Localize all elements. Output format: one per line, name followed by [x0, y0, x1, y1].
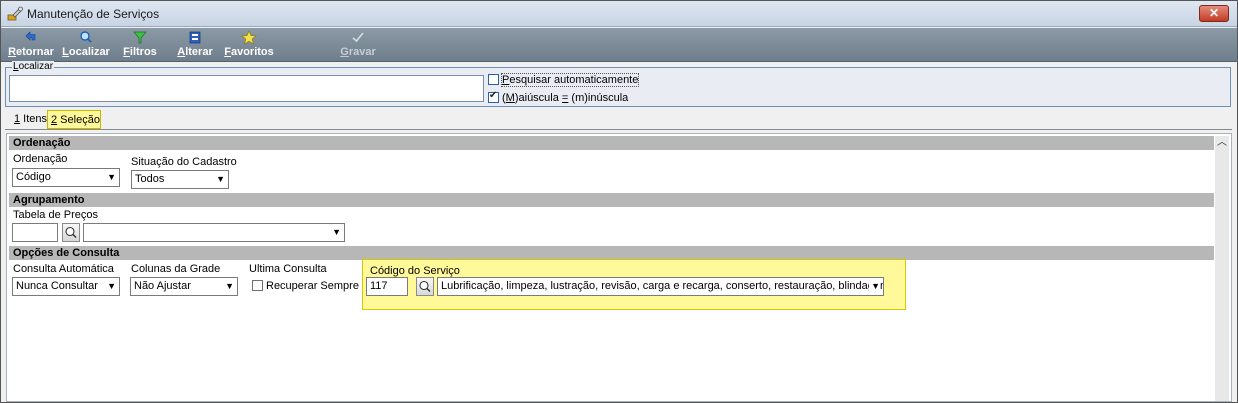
- colunas-grade-value: Não Ajustar: [134, 280, 191, 292]
- auto-search-checkbox[interactable]: [488, 74, 499, 85]
- gravar-accel: G: [340, 46, 349, 58]
- filter-icon: [133, 31, 147, 44]
- section-opcoes-header: Opções de Consulta: [9, 246, 1214, 260]
- selection-panel: Ordenação Ordenação Código ▼ Situação do…: [6, 133, 1232, 402]
- localizar-legend: Localizar: [12, 61, 55, 72]
- retornar-accel: R: [8, 46, 17, 58]
- chevron-down-icon: ▼: [107, 281, 116, 291]
- application-window: Manutenção de Serviços ✕ Retornar Locali…: [0, 0, 1238, 403]
- codigo-servico-input[interactable]: 117: [366, 277, 408, 296]
- ordenacao-label: Ordenação: [13, 153, 68, 165]
- chevron-down-icon: ▼: [225, 281, 234, 291]
- close-button[interactable]: ✕: [1199, 5, 1229, 22]
- window-title: Manutenção de Serviços: [27, 7, 160, 21]
- alterar-accel: A: [177, 46, 186, 58]
- retornar-button[interactable]: Retornar: [7, 30, 55, 60]
- localizar-legend-text: ocalizar: [18, 61, 54, 72]
- search-icon: [80, 31, 92, 43]
- magnifier-icon: [65, 226, 77, 239]
- chevron-down-icon: ▼: [332, 227, 341, 237]
- recuperar-sempre-option[interactable]: Recuperar Sempre: [252, 280, 359, 292]
- localizar-group: Localizar Pesquisar automaticamente (M)a…: [5, 61, 1231, 107]
- favoritos-accel: F: [224, 46, 231, 58]
- ordenacao-select[interactable]: Código ▼: [12, 168, 120, 187]
- case-checkbox[interactable]: [488, 90, 499, 103]
- situacao-select[interactable]: Todos ▼: [131, 170, 229, 189]
- tab-itens[interactable]: 1 Itens: [11, 110, 48, 129]
- chevron-down-icon: ▼: [216, 174, 225, 184]
- tab-divider: [5, 129, 1232, 130]
- alterar-button[interactable]: Alterar: [175, 30, 215, 60]
- localizar-input[interactable]: [9, 75, 484, 102]
- auto-search-label: Pesquisar automaticamente: [500, 73, 640, 87]
- filtros-accel: F: [123, 46, 130, 58]
- gravar-label: ravar: [348, 46, 376, 58]
- tabela-precos-select[interactable]: ▼: [83, 223, 345, 242]
- localizar-label: ocalizar: [68, 46, 110, 58]
- favoritos-button[interactable]: Favoritos: [223, 30, 275, 60]
- auto-search-option[interactable]: Pesquisar automaticamente: [488, 73, 640, 87]
- filtros-label: iltros: [129, 46, 157, 58]
- case-label: (M)aiúscula = (m)inúscula: [502, 92, 628, 104]
- alterar-label: lterar: [185, 46, 213, 58]
- case-accel: M: [505, 92, 515, 104]
- favoritos-label: avoritos: [230, 46, 274, 58]
- scroll-up-arrow-icon[interactable]: ︿: [1215, 136, 1229, 150]
- localizar-button[interactable]: Localizar: [62, 30, 110, 60]
- situacao-value: Todos: [135, 173, 165, 185]
- colunas-grade-label: Colunas da Grade: [131, 263, 221, 275]
- consulta-automatica-label: Consulta Automática: [13, 263, 114, 275]
- consulta-automatica-select[interactable]: Nunca Consultar ▼: [12, 277, 120, 296]
- consulta-automatica-value: Nunca Consultar: [16, 280, 98, 292]
- ultima-consulta-label: Ultima Consulta: [249, 263, 327, 275]
- filtros-button[interactable]: Filtros: [122, 30, 158, 60]
- edit-icon: [189, 31, 201, 44]
- colunas-grade-select[interactable]: Não Ajustar ▼: [130, 277, 238, 296]
- case-text: )aiúscula: [514, 92, 562, 104]
- app-wrench-icon: [7, 6, 23, 21]
- case-tail: (m)inúscula: [568, 92, 629, 104]
- recuperar-sempre-label: Recuperar Sempre: [266, 280, 359, 292]
- title-bar: Manutenção de Serviços ✕: [1, 1, 1237, 27]
- retornar-label: etornar: [16, 46, 54, 58]
- auto-search-text: esquisar automaticamente: [509, 74, 639, 86]
- codigo-servico-select[interactable]: Lubrificação, limpeza, lustração, revisã…: [437, 277, 884, 296]
- gravar-button[interactable]: Gravar: [338, 30, 378, 60]
- localizar-accel: L: [62, 46, 69, 58]
- tab-selecao-label: Seleção: [57, 114, 100, 126]
- chevron-down-icon: ▼: [107, 172, 116, 182]
- situacao-label: Situação do Cadastro: [131, 156, 237, 168]
- magnifier-icon: [419, 280, 431, 293]
- section-ordenacao-header: Ordenação: [9, 136, 1214, 150]
- return-icon: [25, 31, 36, 41]
- recuperar-sempre-checkbox[interactable]: [252, 280, 263, 291]
- tabela-precos-search-button[interactable]: [62, 223, 80, 242]
- check-icon: [352, 32, 364, 43]
- codigo-servico-description: Lubrificação, limpeza, lustração, revisã…: [441, 280, 884, 292]
- codigo-servico-label: Código do Serviço: [370, 265, 460, 277]
- tab-selecao[interactable]: 2 Seleção: [47, 110, 101, 129]
- star-icon: [241, 30, 257, 45]
- ordenacao-value: Código: [16, 171, 51, 183]
- vertical-scrollbar[interactable]: ︿: [1215, 136, 1229, 401]
- section-agrupamento-header: Agrupamento: [9, 193, 1214, 207]
- tabela-precos-code-input[interactable]: [12, 223, 58, 242]
- tabela-precos-label: Tabela de Preços: [13, 209, 98, 221]
- case-option[interactable]: (M)aiúscula = (m)inúscula: [488, 90, 628, 104]
- chevron-down-icon: ▼: [869, 278, 880, 295]
- tab-itens-label: Itens: [20, 113, 48, 125]
- codigo-servico-search-button[interactable]: [416, 277, 434, 296]
- toolbar: Retornar Localizar Filtros Alterar Favor…: [1, 28, 1237, 62]
